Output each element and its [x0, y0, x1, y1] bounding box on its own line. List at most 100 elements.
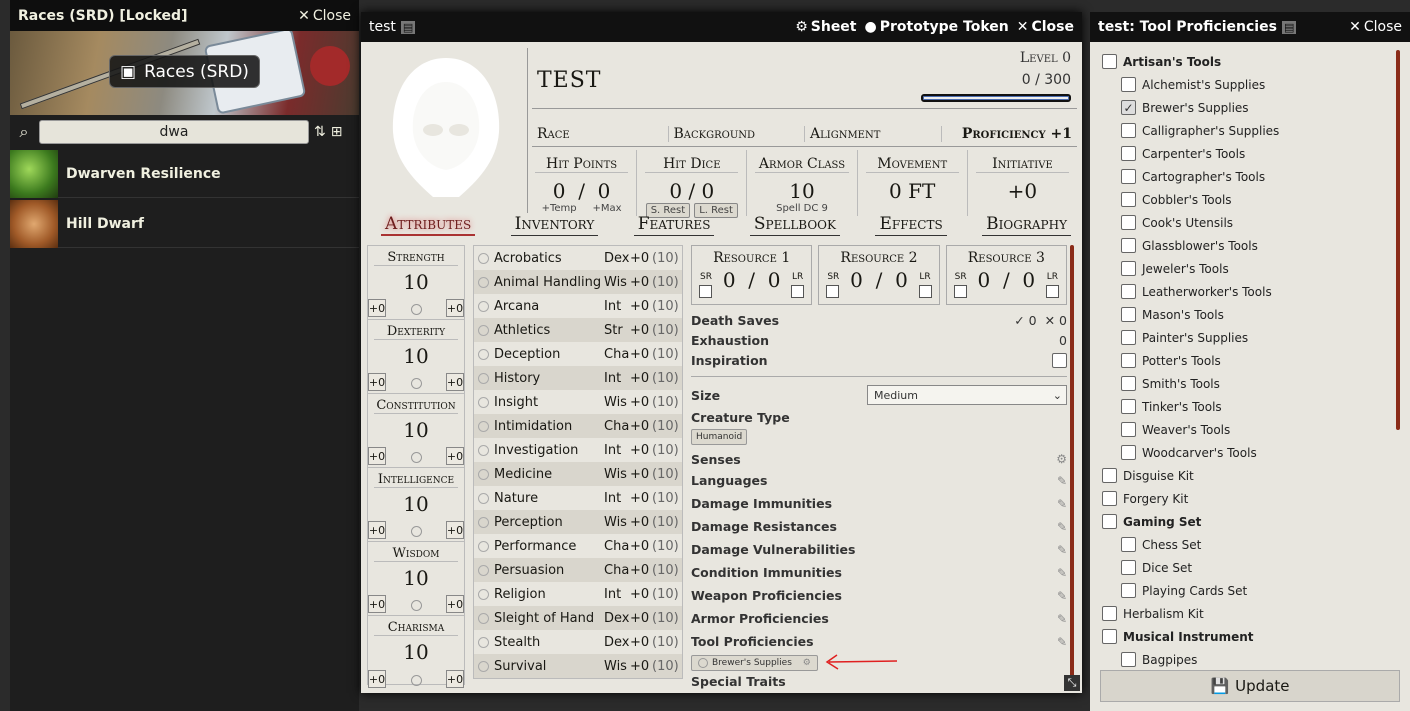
checkbox[interactable] — [1121, 583, 1136, 598]
size-select[interactable]: Medium ⌄ — [867, 385, 1067, 405]
edit-icon[interactable]: ✎ — [1057, 566, 1067, 580]
skill-ability[interactable]: Cha — [604, 539, 630, 554]
skill-ability[interactable]: Wis — [604, 515, 630, 530]
skill-proficiency-toggle[interactable] — [478, 324, 489, 336]
save-proficiency-toggle[interactable] — [411, 452, 422, 463]
checkbox[interactable] — [1121, 123, 1136, 138]
skill-proficiency-toggle[interactable] — [478, 468, 489, 480]
checkbox[interactable] — [1121, 307, 1136, 322]
ability-name[interactable]: Wisdom — [374, 546, 458, 562]
skill-ability[interactable]: Int — [604, 491, 630, 506]
skill-proficiency-toggle[interactable] — [478, 396, 489, 408]
tool-proficiency-tag[interactable]: Brewer's Supplies ⚙ — [691, 655, 818, 671]
sheet-config-button[interactable]: ⚙ Sheet — [795, 19, 856, 35]
tool-item[interactable]: Cobbler's Tools — [1090, 188, 1390, 211]
list-item[interactable]: Hill Dwarf — [10, 199, 359, 248]
skill-ability[interactable]: Dex — [604, 635, 630, 650]
tool-item[interactable]: Artisan's Tools — [1090, 50, 1390, 73]
ability-name[interactable]: Constitution — [374, 398, 458, 414]
list-item[interactable]: Dwarven Resilience — [10, 149, 359, 198]
hp-max[interactable]: +Max — [593, 203, 622, 214]
checkbox[interactable] — [1121, 261, 1136, 276]
skill-ability[interactable]: Int — [604, 587, 630, 602]
skill-proficiency-toggle[interactable] — [478, 564, 489, 576]
skill-ability[interactable]: Cha — [604, 563, 630, 578]
save-proficiency-toggle[interactable] — [411, 600, 422, 611]
ability-score[interactable]: 10 — [368, 492, 464, 516]
skill-name[interactable]: Persuasion — [494, 563, 604, 578]
skill-row[interactable]: Arcana Int +0 (10) — [474, 294, 682, 318]
checkbox-checked[interactable]: ✓ — [1121, 100, 1136, 115]
checkbox[interactable] — [1121, 376, 1136, 391]
tool-item[interactable]: Alchemist's Supplies — [1090, 73, 1390, 96]
tab-biography[interactable]: Biography — [982, 214, 1071, 236]
skill-name[interactable]: Intimidation — [494, 419, 604, 434]
edit-icon[interactable]: ✎ — [1057, 497, 1067, 511]
skill-proficiency-toggle[interactable] — [478, 300, 489, 312]
background-field[interactable]: Background — [669, 126, 805, 142]
checkbox[interactable] — [1102, 491, 1117, 506]
resource-title[interactable]: Resource 2 — [819, 250, 938, 266]
checkbox[interactable] — [1121, 330, 1136, 345]
skill-name[interactable]: Sleight of Hand — [494, 611, 604, 626]
skill-ability[interactable]: Wis — [604, 395, 630, 410]
skill-row[interactable]: Medicine Wis +0 (10) — [474, 462, 682, 486]
tool-item[interactable]: Leatherworker's Tools — [1090, 280, 1390, 303]
checkbox[interactable] — [1102, 629, 1117, 644]
skill-name[interactable]: Deception — [494, 347, 604, 362]
ability-name[interactable]: Strength — [374, 250, 458, 266]
skill-row[interactable]: Nature Int +0 (10) — [474, 486, 682, 510]
edit-icon[interactable]: ✎ — [1057, 589, 1067, 603]
alignment-field[interactable]: Alignment — [805, 126, 942, 142]
collapse-icon[interactable]: ⊞ — [331, 124, 343, 140]
skill-row[interactable]: Sleight of Hand Dex +0 (10) — [474, 606, 682, 630]
checkbox[interactable] — [1121, 77, 1136, 92]
ability-name[interactable]: Dexterity — [374, 324, 458, 340]
tool-item[interactable]: Jeweler's Tools — [1090, 257, 1390, 280]
tool-item[interactable]: Cook's Utensils — [1090, 211, 1390, 234]
skill-row[interactable]: Insight Wis +0 (10) — [474, 390, 682, 414]
tool-item[interactable]: Bagpipes — [1090, 648, 1390, 671]
tool-item[interactable]: Painter's Supplies — [1090, 326, 1390, 349]
exhaustion-value[interactable]: 0 — [1059, 333, 1067, 348]
skill-proficiency-toggle[interactable] — [478, 420, 489, 432]
tool-item[interactable]: Gaming Set — [1090, 510, 1390, 533]
tool-item[interactable]: Tinker's Tools — [1090, 395, 1390, 418]
checkbox[interactable] — [1121, 353, 1136, 368]
skill-row[interactable]: Investigation Int +0 (10) — [474, 438, 682, 462]
sr-checkbox[interactable] — [953, 285, 967, 298]
ability-score[interactable]: 10 — [368, 270, 464, 294]
skill-name[interactable]: Survival — [494, 659, 604, 674]
checkbox[interactable] — [1121, 652, 1136, 667]
skill-row[interactable]: Persuasion Cha +0 (10) — [474, 558, 682, 582]
inspiration-checkbox[interactable] — [1052, 352, 1067, 368]
tool-item[interactable]: Potter's Tools — [1090, 349, 1390, 372]
skill-proficiency-toggle[interactable] — [478, 588, 489, 600]
checkbox[interactable] — [1121, 537, 1136, 552]
skill-proficiency-toggle[interactable] — [478, 252, 489, 264]
tab-effects[interactable]: Effects — [875, 214, 947, 236]
skill-row[interactable]: Stealth Dex +0 (10) — [474, 630, 682, 654]
checkbox[interactable] — [1102, 54, 1117, 69]
skill-name[interactable]: Nature — [494, 491, 604, 506]
checkbox[interactable] — [1121, 399, 1136, 414]
tools-close-button[interactable]: ✕ Close — [1349, 19, 1402, 35]
sr-checkbox[interactable] — [699, 285, 712, 298]
skill-proficiency-toggle[interactable] — [478, 348, 489, 360]
edit-icon[interactable]: ✎ — [1057, 612, 1067, 626]
skill-proficiency-toggle[interactable] — [478, 516, 489, 528]
tool-item[interactable]: Carpenter's Tools — [1090, 142, 1390, 165]
tool-item[interactable]: Mason's Tools — [1090, 303, 1390, 326]
tab-inventory[interactable]: Inventory — [510, 214, 599, 236]
save-proficiency-toggle[interactable] — [411, 675, 422, 686]
lr-checkbox[interactable] — [1045, 285, 1059, 298]
skill-proficiency-toggle[interactable] — [478, 444, 489, 456]
tab-spellbook[interactable]: Spellbook — [749, 214, 840, 236]
character-portrait[interactable] — [371, 52, 521, 202]
sheet-close-button[interactable]: ✕ Close — [1017, 19, 1074, 35]
sr-checkbox[interactable] — [826, 285, 840, 298]
save-proficiency-toggle[interactable] — [411, 304, 422, 315]
checkbox[interactable] — [1102, 606, 1117, 621]
character-name[interactable]: TEST — [537, 68, 601, 93]
checkbox[interactable] — [1121, 192, 1136, 207]
